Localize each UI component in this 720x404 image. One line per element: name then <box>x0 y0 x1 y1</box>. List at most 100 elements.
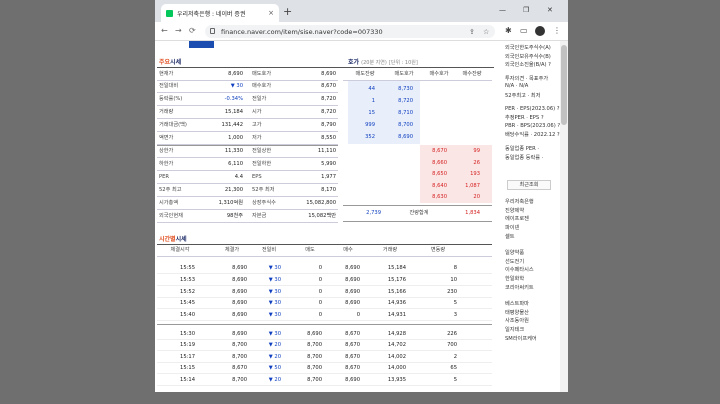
recent-stock-link[interactable]: 베스트파마 <box>505 300 529 307</box>
quote-value: 8,720 <box>321 109 336 115</box>
value-cell: ▼ 30 <box>268 265 281 271</box>
browser-tab[interactable]: 우리저축은행 : 네이버 증권 × <box>161 4 279 22</box>
value-cell: 8,700 <box>232 354 247 360</box>
value-cell: 8,700 <box>307 377 322 383</box>
recent-view-button[interactable]: 최근조회 <box>507 180 551 191</box>
recent-stock-link[interactable]: 우리저축은행 <box>505 198 534 205</box>
menu-icon[interactable]: ⋮ <box>553 26 561 35</box>
bid-price: 8,660 <box>432 159 447 166</box>
value-cell: 8,670 <box>345 331 360 337</box>
selected-tab-indicator <box>189 41 214 48</box>
time-cell: 15:17 <box>180 354 195 360</box>
quote-value: 11,330 <box>224 148 243 154</box>
quote-label: 전일하한 <box>252 161 272 167</box>
reload-icon[interactable]: ⟳ <box>189 26 196 35</box>
quote-value: 15,082,800 <box>306 200 336 206</box>
value-cell: 8,670 <box>232 365 247 371</box>
value-cell: 0 <box>318 312 322 318</box>
recent-stock-link[interactable]: 일양약품 <box>505 249 524 256</box>
value-cell: 14,702 <box>387 342 406 348</box>
quote-value: 6,110 <box>228 161 243 167</box>
value-cell: 15,184 <box>387 265 406 271</box>
share-icon[interactable]: ⇪ <box>469 28 475 36</box>
divider <box>247 92 338 93</box>
recent-stock-link[interactable]: 선도전기 <box>505 258 524 265</box>
recent-stock-link[interactable]: 일지테크 <box>505 326 524 333</box>
forward-icon[interactable]: → <box>175 26 182 35</box>
maximize-button[interactable]: ❐ <box>523 6 529 14</box>
recent-stock-link[interactable]: 사조동아원 <box>505 317 529 324</box>
orderbook-header: 매도잔량 <box>355 71 375 77</box>
value-cell: 2 <box>453 354 457 360</box>
value-cell: 0 <box>318 300 322 306</box>
divider <box>157 244 492 245</box>
divider <box>247 118 338 119</box>
sidebar-info-item: PER · EPS(2023.06) ? <box>505 105 560 112</box>
recent-stock-link[interactable]: 셀트 <box>505 233 515 240</box>
value-cell: ▼ 50 <box>268 365 281 371</box>
value-cell: 8,700 <box>232 377 247 383</box>
timeseries-title: 시간별시세 <box>159 236 187 243</box>
divider <box>247 80 338 81</box>
profile-icon[interactable] <box>535 26 545 36</box>
divider <box>247 183 338 184</box>
recent-stock-link[interactable]: 이수페타시스 <box>505 266 534 273</box>
star-icon[interactable]: ☆ <box>483 28 489 36</box>
value-cell: 5 <box>453 300 457 306</box>
divider <box>157 324 492 325</box>
value-cell: ▼ 20 <box>268 354 281 360</box>
minimize-button[interactable]: — <box>499 6 506 14</box>
sidebar-info-item: 투자의견 · 목표주가 <box>505 75 549 82</box>
value-cell: 8,700 <box>307 342 322 348</box>
value-cell: 13,935 <box>387 377 406 383</box>
address-bar[interactable]: finance.naver.com/item/sise.naver?code=0… <box>205 25 495 38</box>
recent-stock-link[interactable]: 태평양물산 <box>505 309 529 316</box>
value-cell: 8,690 <box>345 289 360 295</box>
recent-stock-link[interactable]: 파이넨 <box>505 224 519 231</box>
value-cell: ▼ 30 <box>268 312 281 318</box>
recent-stock-link[interactable]: 코리아써키트 <box>505 284 534 291</box>
sidebar-info-item: PBR · BPS(2023.06) ? <box>505 122 561 129</box>
quote-label: 현재가 <box>159 71 174 77</box>
scrollbar[interactable] <box>560 41 568 392</box>
quote-label: 전일상한 <box>252 148 272 154</box>
value-cell: 14,936 <box>387 300 406 306</box>
tab-title: 우리저축은행 : 네이버 증권 <box>177 10 246 18</box>
back-icon[interactable]: ← <box>161 26 168 35</box>
divider <box>157 350 492 351</box>
quote-value: 8,170 <box>321 187 336 193</box>
sidebar-info-item: 추정PER · EPS ? <box>505 115 544 122</box>
value-cell: ▼ 20 <box>268 377 281 383</box>
sidebar-info-item: N/A · N/A <box>505 83 529 90</box>
recent-stock-link[interactable]: SM라이프케어 <box>505 335 537 342</box>
value-cell: 8,690 <box>307 331 322 337</box>
value-cell: 0 <box>318 289 322 295</box>
divider <box>247 131 338 132</box>
recent-stock-link[interactable]: 진양제약 <box>505 207 524 214</box>
scrollbar-thumb[interactable] <box>561 45 567 125</box>
quote-value: 21,300 <box>224 187 243 193</box>
ask-price: 8,700 <box>398 122 413 128</box>
recent-stock-link[interactable]: 한일화학 <box>505 275 524 282</box>
url-text: finance.naver.com/item/sise.naver?code=0… <box>221 28 383 36</box>
sidebar-info-item: 외국인소진율(B/A) ? <box>505 62 551 69</box>
sidebar-icon[interactable]: ▭ <box>520 26 528 35</box>
close-window-button[interactable]: ✕ <box>547 6 553 14</box>
extensions-icon[interactable]: ✱ <box>505 26 512 35</box>
timeseries-header: 체결가 <box>224 247 240 253</box>
recent-stock-link[interactable]: 에이프로젠 <box>505 215 529 222</box>
divider <box>247 222 338 223</box>
divider <box>157 373 492 374</box>
divider <box>157 273 492 274</box>
total-ask: 2,739 <box>366 210 381 216</box>
time-cell: 15:45 <box>180 300 195 306</box>
sidebar-info-item: 외국인한도주식수(A) <box>505 45 551 51</box>
tab-close-icon[interactable]: × <box>268 9 274 17</box>
time-cell: 15:40 <box>180 312 195 318</box>
address-toolbar: ← → ⟳ finance.naver.com/item/sise.naver?… <box>155 22 568 41</box>
value-cell: 0 <box>356 312 360 318</box>
value-cell: 8,690 <box>345 300 360 306</box>
new-tab-button[interactable]: + <box>283 5 292 18</box>
quote-label: 상장주식수 <box>252 200 276 206</box>
tab-bar: 우리저축은행 : 네이버 증권 × + — ❐ ✕ <box>155 0 568 22</box>
